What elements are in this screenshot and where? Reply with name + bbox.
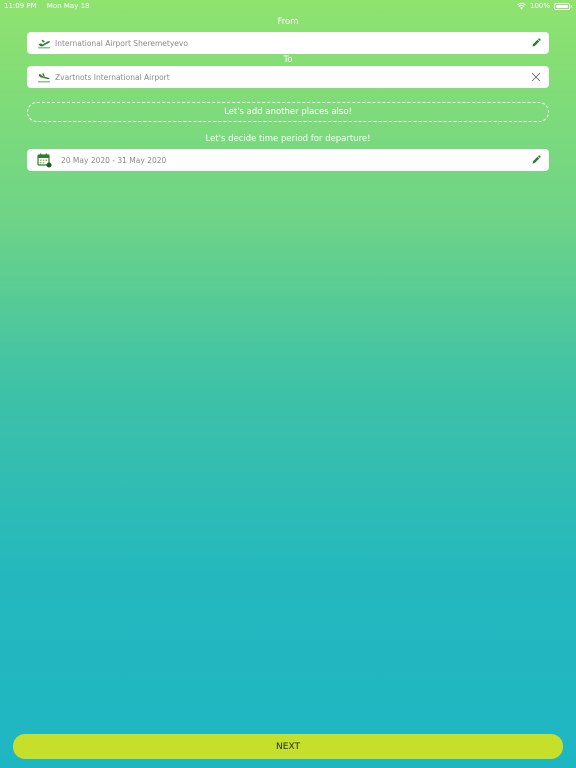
add-places-label: Let's add another places also!	[224, 107, 352, 117]
battery-percent: 100%	[529, 2, 550, 10]
status-left: 11:09 PM Mon May 18	[4, 0, 90, 12]
status-date: Mon May 18	[46, 2, 90, 10]
status-time: 11:09 PM	[4, 2, 37, 10]
to-label: To	[283, 55, 293, 65]
battery-icon	[554, 2, 572, 10]
from-label: From	[277, 17, 299, 27]
to-value: Zvartnots International Airport	[55, 72, 170, 82]
add-places-button[interactable]: Let's add another places also!	[27, 102, 549, 122]
next-button[interactable]: NEXT	[13, 734, 563, 759]
status-right: 100%	[517, 0, 572, 12]
calendar-icon	[35, 152, 53, 168]
departure-date-field[interactable]: 20 May 2020 - 31 May 2020	[27, 149, 549, 171]
from-field[interactable]: International Airport Sheremetyevo	[27, 32, 549, 54]
status-bar: 11:09 PM Mon May 18 100%	[0, 0, 576, 12]
plane-landing-icon	[35, 69, 53, 85]
from-value: International Airport Sheremetyevo	[55, 38, 188, 48]
to-field[interactable]: Zvartnots International Airport	[27, 66, 549, 88]
pencil-icon[interactable]	[529, 153, 543, 167]
departure-date-value: 20 May 2020 - 31 May 2020	[61, 155, 167, 165]
departure-label: Let's decide time period for departure!	[205, 134, 371, 144]
plane-takeoff-icon	[35, 35, 53, 51]
wifi-icon	[517, 2, 526, 9]
pencil-icon[interactable]	[529, 36, 543, 50]
close-icon[interactable]	[529, 70, 543, 84]
